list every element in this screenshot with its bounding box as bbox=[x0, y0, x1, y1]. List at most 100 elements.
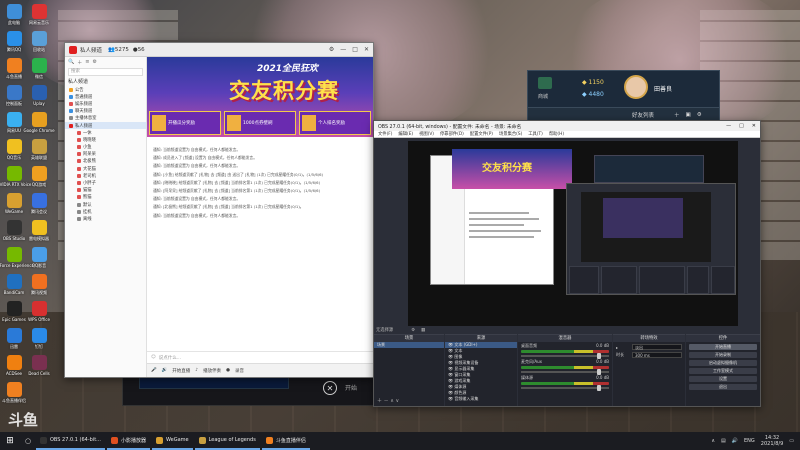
obs-control-button[interactable]: 启动虚拟摄像机 bbox=[689, 360, 757, 366]
desktop-icon[interactable]: WPS Office bbox=[27, 301, 51, 322]
obs-menu-item[interactable]: 编辑(E) bbox=[398, 131, 413, 137]
desktop-icon[interactable]: QQ音乐 bbox=[2, 139, 26, 160]
channel-search-input[interactable]: 搜索 bbox=[68, 68, 143, 76]
tray-chevron-icon[interactable]: ∧ bbox=[711, 438, 715, 444]
source-item[interactable]: 👁 音频输入采集 bbox=[445, 396, 517, 402]
desktop-icon[interactable]: 控制面板 bbox=[2, 85, 26, 106]
store-icon[interactable] bbox=[538, 77, 552, 89]
channel-tree-item[interactable]: 离线 bbox=[65, 215, 146, 222]
desktop-icon[interactable]: NVIDIA RTX Voice bbox=[0, 166, 31, 187]
obs-menu-item[interactable]: 停靠部件(D) bbox=[440, 131, 464, 137]
volume-slider-knob[interactable] bbox=[596, 369, 601, 375]
desktop-icon[interactable]: QQ影音 bbox=[27, 247, 51, 268]
gear-icon[interactable]: ⚙ bbox=[92, 59, 96, 65]
gear-icon[interactable]: ⚙ bbox=[411, 328, 415, 333]
desktop-icon[interactable]: BandiCam bbox=[2, 274, 26, 295]
channel-tree-item[interactable]: 老司机 bbox=[65, 172, 146, 179]
desktop-icon[interactable]: QQ游戏 bbox=[27, 166, 51, 187]
channel-tree-item[interactable]: 小鱼 bbox=[65, 144, 146, 151]
volume-slider[interactable] bbox=[521, 385, 609, 391]
obs-control-button[interactable]: 工作室模式 bbox=[689, 368, 757, 374]
transition-select[interactable]: 淡出 bbox=[632, 344, 682, 350]
emoji-icon[interactable]: ☺ bbox=[151, 355, 156, 360]
obs-preview[interactable]: 交友积分赛 bbox=[408, 141, 738, 326]
obs-control-button[interactable]: 退出 bbox=[689, 384, 757, 390]
channel-tree-item[interactable]: 挂机 bbox=[65, 208, 146, 215]
mic-icon[interactable]: 🎤 bbox=[151, 368, 157, 373]
obs-control-button[interactable]: 设置 bbox=[689, 376, 757, 382]
desktop-icon[interactable]: 迅雷 bbox=[2, 328, 26, 349]
volume-slider[interactable] bbox=[521, 369, 609, 375]
add-friend-icon[interactable]: ＋ bbox=[674, 111, 680, 119]
filter-icon[interactable]: ▦ bbox=[421, 328, 425, 333]
desktop-icon[interactable]: Uplay bbox=[27, 85, 51, 106]
channel-tree-item[interactable]: 娱乐频道 bbox=[65, 100, 146, 107]
obs-menu-item[interactable]: 帮助(H) bbox=[549, 131, 564, 137]
start-live-button[interactable]: 开始直播 bbox=[172, 368, 190, 374]
channel-tree-item[interactable]: 熊猫 bbox=[65, 194, 146, 201]
up-icon[interactable]: ∧ bbox=[390, 398, 394, 404]
obs-menu-item[interactable]: 文件(F) bbox=[378, 131, 392, 137]
channel-tree-item[interactable]: 小胖子 bbox=[65, 179, 146, 186]
maximize-icon[interactable]: □ bbox=[739, 123, 744, 129]
desktop-icon[interactable]: 微信 bbox=[27, 58, 51, 79]
music-icon[interactable]: ♪ bbox=[195, 368, 198, 373]
speaker-icon[interactable]: 🔊 bbox=[162, 368, 168, 373]
scene-item[interactable]: 场景 bbox=[374, 342, 444, 348]
obs-control-button[interactable]: 开始录制 bbox=[689, 352, 757, 358]
desktop-icon[interactable]: 雷电模拟器 bbox=[27, 220, 51, 241]
volume-slider-knob[interactable] bbox=[596, 353, 601, 359]
desktop-icon[interactable]: 钉钉 bbox=[27, 328, 51, 349]
taskbar-item[interactable]: 小影播放器 bbox=[106, 432, 150, 450]
close-icon[interactable]: ✕ bbox=[364, 46, 369, 53]
desktop-icon[interactable]: WeGame bbox=[2, 193, 26, 214]
channel-tree-item[interactable]: 私人频道 bbox=[65, 121, 146, 130]
channel-tree-item[interactable]: 主播休息室 bbox=[65, 115, 146, 122]
network-icon[interactable]: ▤ bbox=[721, 438, 726, 444]
desktop-icon[interactable]: ACDSee bbox=[2, 355, 26, 376]
record-button[interactable]: 录音 bbox=[235, 368, 244, 374]
channel-tree-item[interactable]: 晓晓晓 bbox=[65, 136, 146, 143]
desktop-icon[interactable]: 此电脑 bbox=[2, 4, 26, 25]
message-input[interactable]: ☺ 说点什么... bbox=[147, 351, 373, 363]
accompaniment-button[interactable]: 播放伴奏 bbox=[203, 368, 221, 374]
channel-group-header[interactable]: 私人频道 bbox=[65, 77, 146, 86]
desktop-icon[interactable]: 网易云音乐 bbox=[27, 4, 51, 25]
remove-icon[interactable]: － bbox=[384, 398, 389, 404]
banner-card[interactable]: 开播瓜分奖励 bbox=[149, 111, 221, 135]
desktop-icon[interactable]: 斗鱼直播 bbox=[2, 58, 26, 79]
desktop-icon[interactable]: 腾讯QQ bbox=[2, 31, 26, 52]
notification-icon[interactable]: ▭ bbox=[789, 438, 794, 444]
channel-tree-item[interactable]: 阿呆呆 bbox=[65, 151, 146, 158]
taskbar-item[interactable]: OBS 27.0.1 (64-bit... bbox=[36, 432, 105, 450]
add-icon[interactable]: ＋ bbox=[377, 398, 382, 404]
language-indicator[interactable]: ENG bbox=[744, 438, 755, 444]
banner-card[interactable]: 个人排名奖励 bbox=[299, 111, 371, 135]
search-icon[interactable]: 🔍 bbox=[68, 59, 74, 65]
down-icon[interactable]: ∨ bbox=[395, 398, 399, 404]
desktop-icon[interactable]: GeForce Experience bbox=[0, 247, 34, 268]
desktop-icon[interactable]: 回收站 bbox=[27, 31, 51, 52]
desktop-icon[interactable]: Dead Cells bbox=[27, 355, 51, 376]
taskbar-item[interactable]: WeGame bbox=[151, 432, 193, 450]
desktop-icon[interactable]: 腾讯会议 bbox=[27, 193, 51, 214]
volume-icon[interactable]: 🔊 bbox=[732, 438, 738, 444]
maximize-icon[interactable]: □ bbox=[352, 46, 358, 53]
channel-tree-item[interactable]: 北极熊 bbox=[65, 158, 146, 165]
desktop-icon[interactable]: Google Chrome bbox=[23, 112, 55, 133]
desktop-icon[interactable]: 斗鱼直播伴侣 bbox=[2, 382, 26, 403]
start-label[interactable]: 开始 bbox=[345, 383, 357, 392]
close-icon[interactable]: ✕ bbox=[323, 381, 337, 395]
avatar[interactable] bbox=[624, 75, 648, 99]
channel-tree-item[interactable]: 聊天频道 bbox=[65, 108, 146, 115]
desktop-icon[interactable]: 英雄联盟 bbox=[27, 139, 51, 160]
duration-input[interactable]: 300 ms bbox=[632, 352, 682, 358]
clock[interactable]: 14:32 2021/8/9 bbox=[761, 435, 783, 447]
friends-label[interactable]: 好友列表 bbox=[632, 111, 654, 119]
volume-slider[interactable] bbox=[521, 353, 609, 359]
close-icon[interactable]: ✕ bbox=[752, 123, 756, 129]
settings-icon[interactable]: ⚙ bbox=[329, 46, 334, 53]
desktop-icon[interactable]: 腾讯视频 bbox=[27, 274, 51, 295]
add-icon[interactable]: ＋ bbox=[77, 59, 82, 66]
obs-menu-item[interactable]: 场景集合(S) bbox=[499, 131, 522, 137]
